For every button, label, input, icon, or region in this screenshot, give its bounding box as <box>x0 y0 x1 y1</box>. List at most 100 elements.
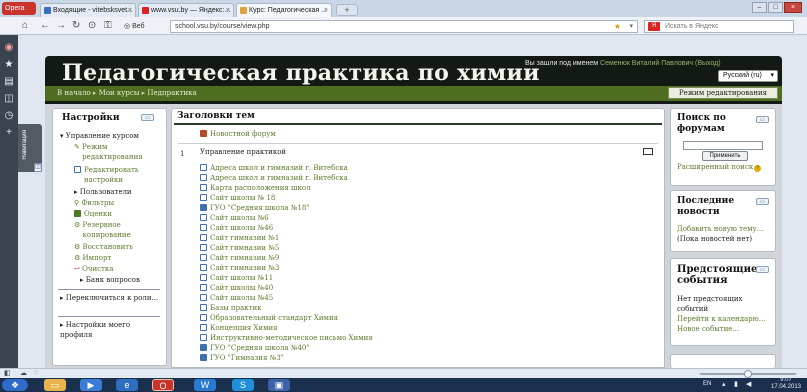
go-to-calendar-link[interactable]: Перейти к календарю... <box>677 314 765 324</box>
explorer-icon[interactable]: ▭ <box>44 379 66 391</box>
close-icon[interactable]: × <box>324 4 328 17</box>
downloads-icon[interactable]: ◫ <box>4 94 14 104</box>
history-icon[interactable]: ◷ <box>4 111 14 121</box>
block-dock-icon[interactable]: ▭ <box>756 116 769 123</box>
word-icon[interactable]: W <box>194 379 216 391</box>
settings-item-edit-mode[interactable]: ✎ Режим редактирования <box>74 142 152 162</box>
add-panel-icon[interactable]: + <box>4 128 14 138</box>
settings-item-backup[interactable]: ⚙ Резервное копирование <box>74 220 149 240</box>
switch-role-node[interactable]: ▸ Переключиться к роли... <box>60 293 160 303</box>
resource-link[interactable]: ГУО "Средняя школа №18" <box>200 203 640 213</box>
tray-arrow-icon[interactable]: ▴ <box>722 380 726 388</box>
resource-link[interactable]: Адреса школ и гимназий г. Витебска <box>200 173 640 183</box>
cloud-icon[interactable]: ☁ <box>20 369 27 377</box>
tab-course[interactable]: Курс: Педагогическая ... × <box>236 3 332 17</box>
highlight-toggle-icon[interactable] <box>643 148 653 155</box>
back-icon[interactable]: ← <box>40 20 50 32</box>
search-forums-input[interactable] <box>683 141 763 150</box>
resource-link[interactable]: Образовательный стандарт Химия <box>200 313 640 323</box>
zoom-slider-handle[interactable] <box>744 370 752 378</box>
settings-item-grades[interactable]: Оценки <box>74 209 112 219</box>
settings-item-users[interactable]: ▸ Пользователи <box>74 187 132 197</box>
tab-yandex[interactable]: www.vsu.by — Яндекс:... × <box>138 3 234 17</box>
new-tab-button[interactable]: + <box>336 4 358 16</box>
volume-icon[interactable]: ◀ <box>746 380 751 388</box>
settings-item-import[interactable]: ⚙ Импорт <box>74 253 111 263</box>
close-icon[interactable]: × <box>226 4 230 17</box>
turbo-icon[interactable]: ◌ <box>34 369 38 376</box>
search-apply-button[interactable]: Применить <box>702 151 748 161</box>
opera-panel-icon[interactable]: ◉ <box>4 43 14 53</box>
resource-link[interactable]: ГУО "Средняя школа №40" <box>200 343 640 353</box>
network-icon[interactable]: ▮ <box>734 380 738 388</box>
settings-item-edit-settings[interactable]: Редактировать настройки <box>74 165 150 185</box>
resource-link[interactable]: ГУО "Гимназия №3" <box>200 353 640 363</box>
key-icon[interactable]: ⚿ <box>104 20 112 32</box>
home-icon[interactable]: ⌂ <box>22 20 28 32</box>
course-admin-node[interactable]: ▾ Управление курсом <box>60 131 139 141</box>
skype-icon[interactable]: S <box>232 379 254 391</box>
resource-link[interactable]: Сайт гимназии №3 <box>200 263 640 273</box>
notes-icon[interactable]: ▤ <box>4 77 14 87</box>
search-bar[interactable]: Я Искать в Яндекс <box>644 20 794 33</box>
image-viewer-icon[interactable]: ▣ <box>268 379 290 391</box>
bookmarks-icon[interactable]: ★ <box>4 60 14 70</box>
resource-link[interactable]: Сайт школы №6 <box>200 213 640 223</box>
dock-block-icon[interactable]: ◫ <box>34 163 42 172</box>
star-icon[interactable]: ★ <box>614 21 621 32</box>
resource-link[interactable]: Базы практик <box>200 303 640 313</box>
resource-link[interactable]: Сайт гимназии №1 <box>200 233 640 243</box>
maximize-icon[interactable]: □ <box>768 2 783 13</box>
resource-link[interactable]: Инструктивно-методическое письмо Химия <box>200 333 640 343</box>
resource-link[interactable]: Сайт школы №45 <box>200 293 640 303</box>
profile-settings-node[interactable]: ▸ Настройки моего профиля <box>60 320 160 340</box>
resource-link[interactable]: Сайт школы № 18 <box>200 193 640 203</box>
block-dock-icon[interactable]: ▭ <box>756 266 769 273</box>
resource-link[interactable]: Сайт гимназии №9 <box>200 253 640 263</box>
breadcrumb-home[interactable]: В начало <box>57 89 91 97</box>
settings-item-reset[interactable]: ↩ Очистка <box>74 264 113 274</box>
media-player-icon[interactable]: ▶ <box>80 379 102 391</box>
resource-link[interactable]: Сайт школы №40 <box>200 283 640 293</box>
block-dock-icon[interactable]: ▭ <box>141 114 154 121</box>
opera-menu-button[interactable]: Opera <box>2 2 36 15</box>
resource-link[interactable]: Адреса школ и гимназий г. Витебска <box>200 163 640 173</box>
clock[interactable]: 9:07 17.04.2013 <box>768 377 804 391</box>
logout-link[interactable]: (Выход) <box>695 60 721 67</box>
yandex-search-icon[interactable]: Я <box>648 22 660 31</box>
settings-item-restore[interactable]: ⚙ Восстановить <box>74 242 133 252</box>
new-event-link[interactable]: Новое событие... <box>677 324 739 334</box>
panel-toggle-icon[interactable]: ◧ <box>4 369 11 377</box>
close-icon[interactable]: × <box>128 4 132 17</box>
block-dock-icon[interactable]: ▭ <box>756 198 769 205</box>
address-bar[interactable]: school.vsu.by/course/view.php ★ ▾ <box>170 20 638 33</box>
resource-link[interactable]: Сайт гимназии №5 <box>200 243 640 253</box>
user-name-link[interactable]: Семенюк Виталий Павлович <box>600 60 693 67</box>
news-forum-link[interactable]: Новостной форум <box>200 129 276 139</box>
edit-mode-button[interactable]: Режим редактирования <box>668 87 778 99</box>
resource-link[interactable]: Сайт школы №46 <box>200 223 640 233</box>
resource-link[interactable]: Сайт школы №11 <box>200 273 640 283</box>
dropdown-icon[interactable]: ▾ <box>629 21 633 32</box>
minimize-icon[interactable]: – <box>752 2 767 13</box>
start-button-icon[interactable]: ❖ <box>2 379 28 391</box>
help-icon[interactable]: ? <box>754 165 762 172</box>
settings-item-question-bank[interactable]: ▸ Банк вопросов <box>80 275 140 285</box>
breadcrumb-my-courses[interactable]: Мои курсы <box>99 89 140 97</box>
input-language[interactable]: EN <box>703 381 711 387</box>
speed-dial-icon[interactable]: ⊙ <box>88 20 96 32</box>
tab-inbox[interactable]: Входящие - vitebsksvet... × <box>40 3 136 17</box>
settings-item-filters[interactable]: ⚲ Фильтры <box>74 198 114 208</box>
opera-taskbar-icon[interactable]: O <box>152 379 174 391</box>
forward-icon[interactable]: → <box>56 20 66 32</box>
internet-explorer-icon[interactable]: e <box>116 379 138 391</box>
add-topic-link[interactable]: Добавить новую тему... <box>677 224 763 234</box>
language-select[interactable]: Русский (ru) ▾ <box>718 70 778 82</box>
breadcrumb-course[interactable]: Педпрактика <box>147 89 196 97</box>
close-window-icon[interactable]: × <box>784 2 802 13</box>
windows-taskbar: ❖ ▭ ▶ e O W S ▣ EN ▴ ▮ ◀ 9:07 17.04.2013 <box>0 377 807 392</box>
advanced-search-link[interactable]: Расширенный поиск? <box>677 162 762 172</box>
reload-icon[interactable]: ↻ <box>72 20 80 32</box>
resource-link[interactable]: Концепция Химия <box>200 323 640 333</box>
resource-link[interactable]: Карта расположения школ <box>200 183 640 193</box>
